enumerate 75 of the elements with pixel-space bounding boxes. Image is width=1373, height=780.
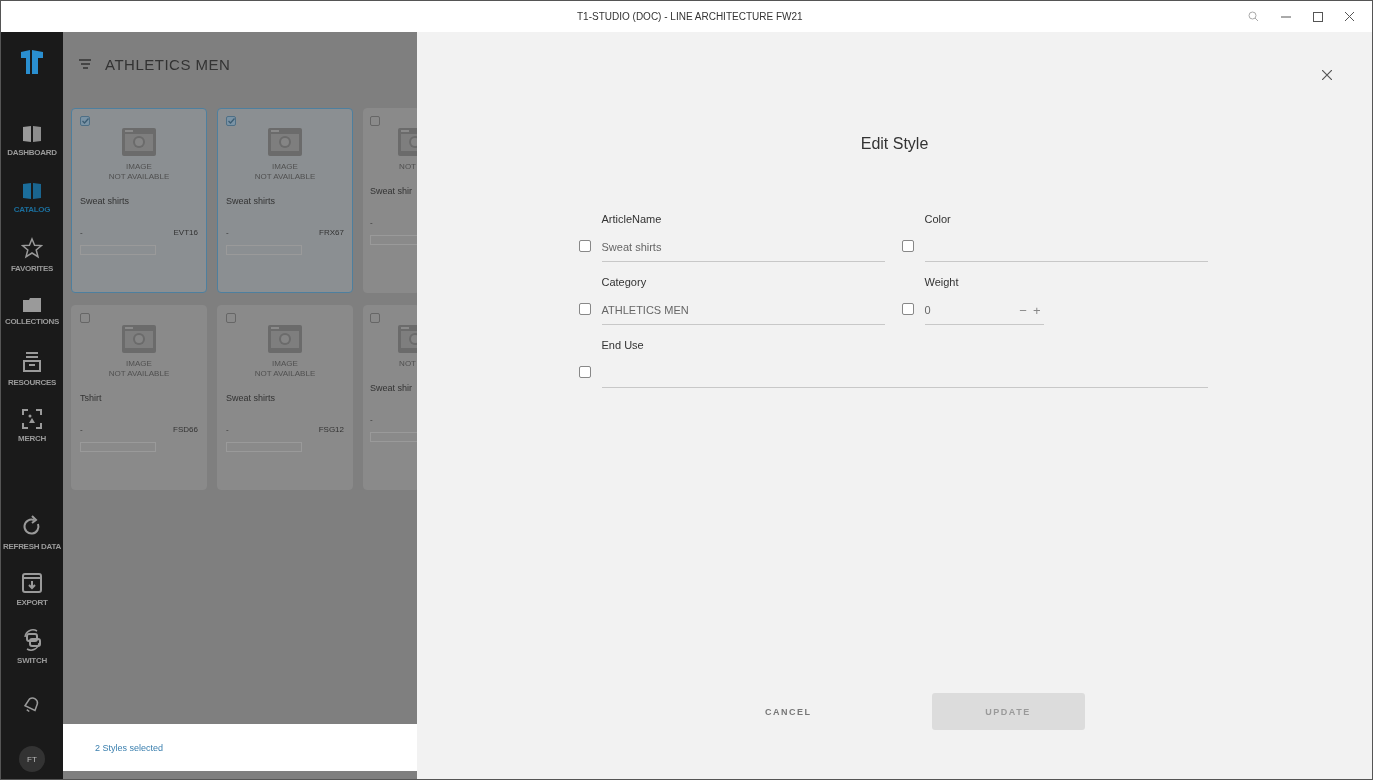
zoom-icon[interactable] <box>1248 11 1259 22</box>
style-detail: - <box>370 218 373 227</box>
sidebar-item[interactable]: CATALOG <box>1 169 63 226</box>
checkbox[interactable] <box>578 303 591 315</box>
field-label: Category <box>601 276 648 288</box>
close-icon[interactable] <box>1345 12 1354 21</box>
checkbox[interactable] <box>901 240 914 252</box>
menu-icon[interactable] <box>79 59 91 69</box>
field-label: Weight <box>924 276 960 288</box>
checkbox[interactable] <box>80 313 90 323</box>
style-name: Sweat shir <box>370 383 413 393</box>
image-unavailable-text: IMAGE NOT AVAILABLE <box>107 162 171 182</box>
book-icon <box>22 124 42 143</box>
style-name: Sweat shirts <box>80 196 130 206</box>
sidebar-action[interactable]: REFRESH DATA <box>1 504 63 561</box>
shirt-logo-icon <box>20 50 44 74</box>
style-card[interactable]: IMAGE NOT AVAILABLE Sweat shirts - FRX67 <box>217 108 353 293</box>
decrement-button[interactable]: − <box>1016 302 1030 318</box>
tray-icon <box>23 350 41 373</box>
folder-icon <box>23 297 41 312</box>
checkbox[interactable] <box>80 116 90 126</box>
style-detail: - <box>80 228 83 237</box>
style-detail: - <box>370 415 373 424</box>
style-code: FRX67 <box>319 228 344 237</box>
sidebar-action[interactable]: SWITCH <box>1 618 63 675</box>
camera-icon <box>268 128 302 156</box>
sidebar-item[interactable]: DASHBOARD <box>1 112 63 169</box>
camera-icon <box>268 325 302 353</box>
star-icon <box>21 236 43 259</box>
style-detail: - <box>80 425 83 434</box>
style-detail: - <box>226 228 229 237</box>
number-field[interactable]: 0 − + <box>924 296 1044 325</box>
refresh-icon <box>22 514 42 537</box>
selection-count: 2 Styles selected <box>95 742 164 753</box>
checkbox[interactable] <box>578 366 591 378</box>
field-label: End Use <box>601 339 645 351</box>
sidebar-item[interactable]: COLLECTIONS <box>1 283 63 340</box>
minimize-icon[interactable] <box>1281 15 1291 18</box>
user-avatar[interactable]: FT <box>19 746 45 772</box>
dialog-title: Edit Style <box>860 135 929 153</box>
checkbox[interactable] <box>370 116 380 126</box>
catalog-title: ATHLETICS MEN <box>105 55 231 73</box>
style-name: Sweat shirts <box>226 196 276 206</box>
style-code: EVT16 <box>173 228 198 237</box>
sidebar-item[interactable]: RESOURCES <box>1 340 63 397</box>
camera-icon <box>122 325 156 353</box>
increment-button[interactable]: + <box>1029 302 1044 318</box>
checkbox[interactable] <box>226 116 236 126</box>
style-code: FSG12 <box>318 425 344 434</box>
input-field[interactable]: Sweat shirts <box>601 233 885 262</box>
sidebar-item[interactable]: FAVORITES <box>1 226 63 283</box>
checkbox[interactable] <box>370 313 380 323</box>
book-icon <box>22 181 42 200</box>
scan-icon <box>22 408 42 429</box>
style-name: Sweat shirts <box>226 393 276 403</box>
download-box-icon <box>22 572 42 593</box>
input-field[interactable]: ATHLETICS MEN <box>601 296 885 325</box>
window-title: T1-STUDIO (DOC) - LINE ARCHITECTURE FW21 <box>577 11 804 22</box>
sidebar-item[interactable]: MERCH <box>1 397 63 454</box>
style-name: Tshirt <box>80 393 102 403</box>
checkbox[interactable] <box>226 313 236 323</box>
style-code: FSD66 <box>173 425 198 434</box>
style-card[interactable]: IMAGE NOT AVAILABLE Sweat shirts - EVT16 <box>71 108 207 293</box>
image-unavailable-text: IMAGE NOT AVAILABLE <box>253 162 317 182</box>
switch-icon <box>22 628 42 651</box>
cancel-button[interactable]: CANCEL <box>731 693 846 730</box>
field-label: Color <box>924 213 952 225</box>
field-label: ArticleName <box>601 213 663 225</box>
maximize-icon[interactable] <box>1313 11 1323 22</box>
sidebar-action[interactable]: EXPORT <box>1 561 63 618</box>
camera-icon <box>122 128 156 156</box>
checkbox[interactable] <box>901 303 914 315</box>
checkbox[interactable] <box>578 240 591 252</box>
style-name: Sweat shir <box>370 186 413 196</box>
style-detail: - <box>226 425 229 434</box>
